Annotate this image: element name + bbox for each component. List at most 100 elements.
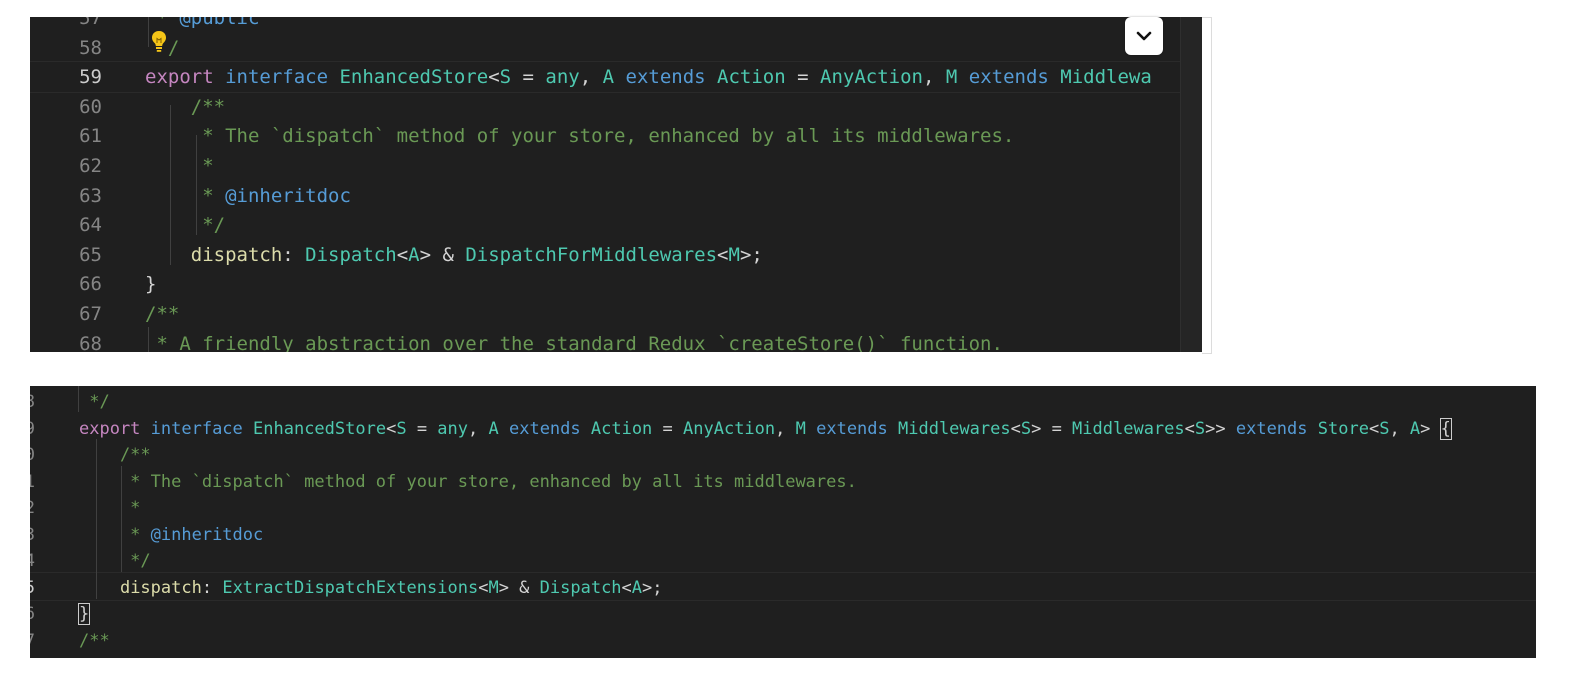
code-line[interactable]: 59 export interface EnhancedStore<S = any… xyxy=(30,62,1202,92)
code-token: extends xyxy=(614,66,718,89)
code-line[interactable]: 58 / xyxy=(30,33,1202,63)
line-code[interactable]: * @inheritdoc xyxy=(79,522,263,549)
code-line[interactable]: 67 /** xyxy=(30,299,1202,329)
line-number: 68 xyxy=(79,332,102,352)
code-line[interactable]: 57 * @public xyxy=(30,17,1202,33)
line-code[interactable]: /** xyxy=(145,299,179,329)
code-token: /** xyxy=(145,95,226,118)
line-code[interactable]: * xyxy=(145,151,214,181)
indent-guide xyxy=(170,105,171,265)
line-code[interactable]: * The `dispatch` method of your store, e… xyxy=(79,469,857,496)
code-token: AnyAction xyxy=(683,418,776,439)
code-token: < xyxy=(488,66,500,89)
code-token: * xyxy=(145,184,226,207)
code-token: ExtractDispatchExtensions xyxy=(222,577,479,598)
line-code[interactable]: */ xyxy=(145,210,225,240)
code-token: S xyxy=(396,418,407,439)
line-number: 6 xyxy=(30,601,35,628)
line-code[interactable]: dispatch: ExtractDispatchExtensions<M> &… xyxy=(79,575,663,602)
code-token: * xyxy=(79,498,141,518)
indent-guide xyxy=(148,17,149,47)
line-code[interactable]: * The `dispatch` method of your store, e… xyxy=(145,121,1014,151)
code-token: Action xyxy=(590,418,653,439)
line-code[interactable]: dispatch: Dispatch<A> & DispatchForMiddl… xyxy=(145,240,763,270)
code-token: >; xyxy=(642,577,663,598)
line-code[interactable]: } xyxy=(145,269,156,299)
code-token: < xyxy=(1368,418,1380,439)
editor-frame-edge xyxy=(1202,17,1212,354)
code-line[interactable]: 68 * A friendly abstraction over the sta… xyxy=(30,329,1202,352)
code-line[interactable]: 63 * @inheritdoc xyxy=(30,181,1202,211)
code-token: > xyxy=(1420,418,1441,439)
line-number: 2 xyxy=(30,495,35,522)
code-token: extends xyxy=(498,418,591,439)
code-token: S xyxy=(1020,418,1032,439)
line-code[interactable]: /** xyxy=(79,628,110,655)
line-number: 4 xyxy=(30,548,35,575)
code-line[interactable]: 64 */ xyxy=(30,210,1202,240)
vertical-scrollbar[interactable] xyxy=(1180,17,1202,352)
line-code[interactable]: * xyxy=(79,495,140,522)
code-line[interactable]: 61 * The `dispatch` method of your store… xyxy=(30,121,1202,151)
code-line[interactable]: 7 /** xyxy=(30,628,1536,655)
chevron-down-icon xyxy=(1136,31,1152,41)
code-line[interactable]: 1 * The `dispatch` method of your store,… xyxy=(30,469,1536,496)
code-line[interactable]: 8 */ xyxy=(30,389,1536,416)
code-token: Middlewares xyxy=(898,418,1011,439)
code-token: >; xyxy=(739,243,763,266)
indent-guide xyxy=(121,466,122,572)
lightbulb-icon[interactable] xyxy=(150,29,168,53)
line-code[interactable]: /** xyxy=(79,442,151,469)
top-code-editor[interactable]: 57 * @public 58 /59 export interface Enhan… xyxy=(30,17,1202,352)
code-token: * xyxy=(79,524,151,545)
code-token: M xyxy=(945,66,958,89)
code-token: interface xyxy=(225,66,340,89)
line-code[interactable]: export interface EnhancedStore<S = any, … xyxy=(145,62,1152,92)
line-number: 62 xyxy=(79,155,102,177)
code-token: S xyxy=(1194,418,1206,439)
line-code[interactable]: /** xyxy=(145,92,225,122)
code-line[interactable]: 5 dispatch: ExtractDispatchExtensions<M>… xyxy=(30,575,1536,602)
code-token: A xyxy=(631,577,643,598)
code-line[interactable]: 65 dispatch: Dispatch<A> & DispatchForMi… xyxy=(30,240,1202,270)
code-line[interactable]: 2 * xyxy=(30,495,1536,522)
code-line[interactable]: 4 */ xyxy=(30,548,1536,575)
code-line[interactable]: 66} xyxy=(30,269,1202,299)
line-code[interactable]: * @inheritdoc xyxy=(145,181,351,211)
line-number: 66 xyxy=(79,273,102,296)
collapse-button[interactable] xyxy=(1125,17,1163,55)
code-line[interactable]: 6} xyxy=(30,601,1536,628)
code-line[interactable]: 3 * @inheritdoc xyxy=(30,522,1536,549)
code-token: < xyxy=(396,243,409,266)
code-line[interactable]: 60 /** xyxy=(30,92,1202,122)
code-token: : xyxy=(282,243,306,266)
code-token: extends xyxy=(1235,418,1318,439)
line-code[interactable]: } xyxy=(77,601,91,628)
code-token: Dispatch xyxy=(539,577,622,598)
bottom-code-editor[interactable]: 8 */9export interface EnhancedStore<S = … xyxy=(30,386,1536,658)
line-code[interactable]: * A friendly abstraction over the standa… xyxy=(145,329,1003,352)
code-line[interactable]: 0 /** xyxy=(30,442,1536,469)
code-line[interactable]: 9export interface EnhancedStore<S = any,… xyxy=(30,416,1536,443)
code-token: * The `dispatch` method of your store, e… xyxy=(145,125,1015,148)
code-token: Store xyxy=(1317,418,1369,439)
line-code[interactable]: export interface EnhancedStore<S = any, … xyxy=(79,416,1452,443)
code-token: S xyxy=(1379,418,1390,439)
code-token: * xyxy=(145,155,214,177)
code-line[interactable]: 62 * xyxy=(30,151,1202,181)
code-token: > & xyxy=(419,243,466,266)
line-code[interactable]: */ xyxy=(79,389,109,416)
code-token: M xyxy=(728,243,740,266)
line-number: 67 xyxy=(79,303,102,325)
code-token: EnhancedStore xyxy=(253,418,387,439)
code-token: A xyxy=(488,418,499,439)
line-code[interactable]: */ xyxy=(79,548,150,575)
code-token: , xyxy=(1389,418,1410,439)
code-token: * The `dispatch` method of your store, e… xyxy=(79,471,857,492)
code-token: Middlewares xyxy=(1072,418,1185,439)
code-token: Dispatch xyxy=(305,243,397,266)
code-token: any xyxy=(545,66,580,89)
code-token: dispatch xyxy=(190,243,283,266)
